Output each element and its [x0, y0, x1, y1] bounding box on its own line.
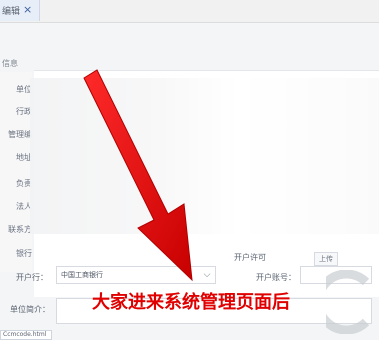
app-page: 编辑 × 信息 单位 行政 管理编 地址 负责 法人 联系方 银行 上传 开户许… — [0, 0, 379, 340]
logo-watermark-icon — [326, 270, 370, 334]
caption-text: 大家进来系统管理页面后 — [92, 292, 290, 313]
